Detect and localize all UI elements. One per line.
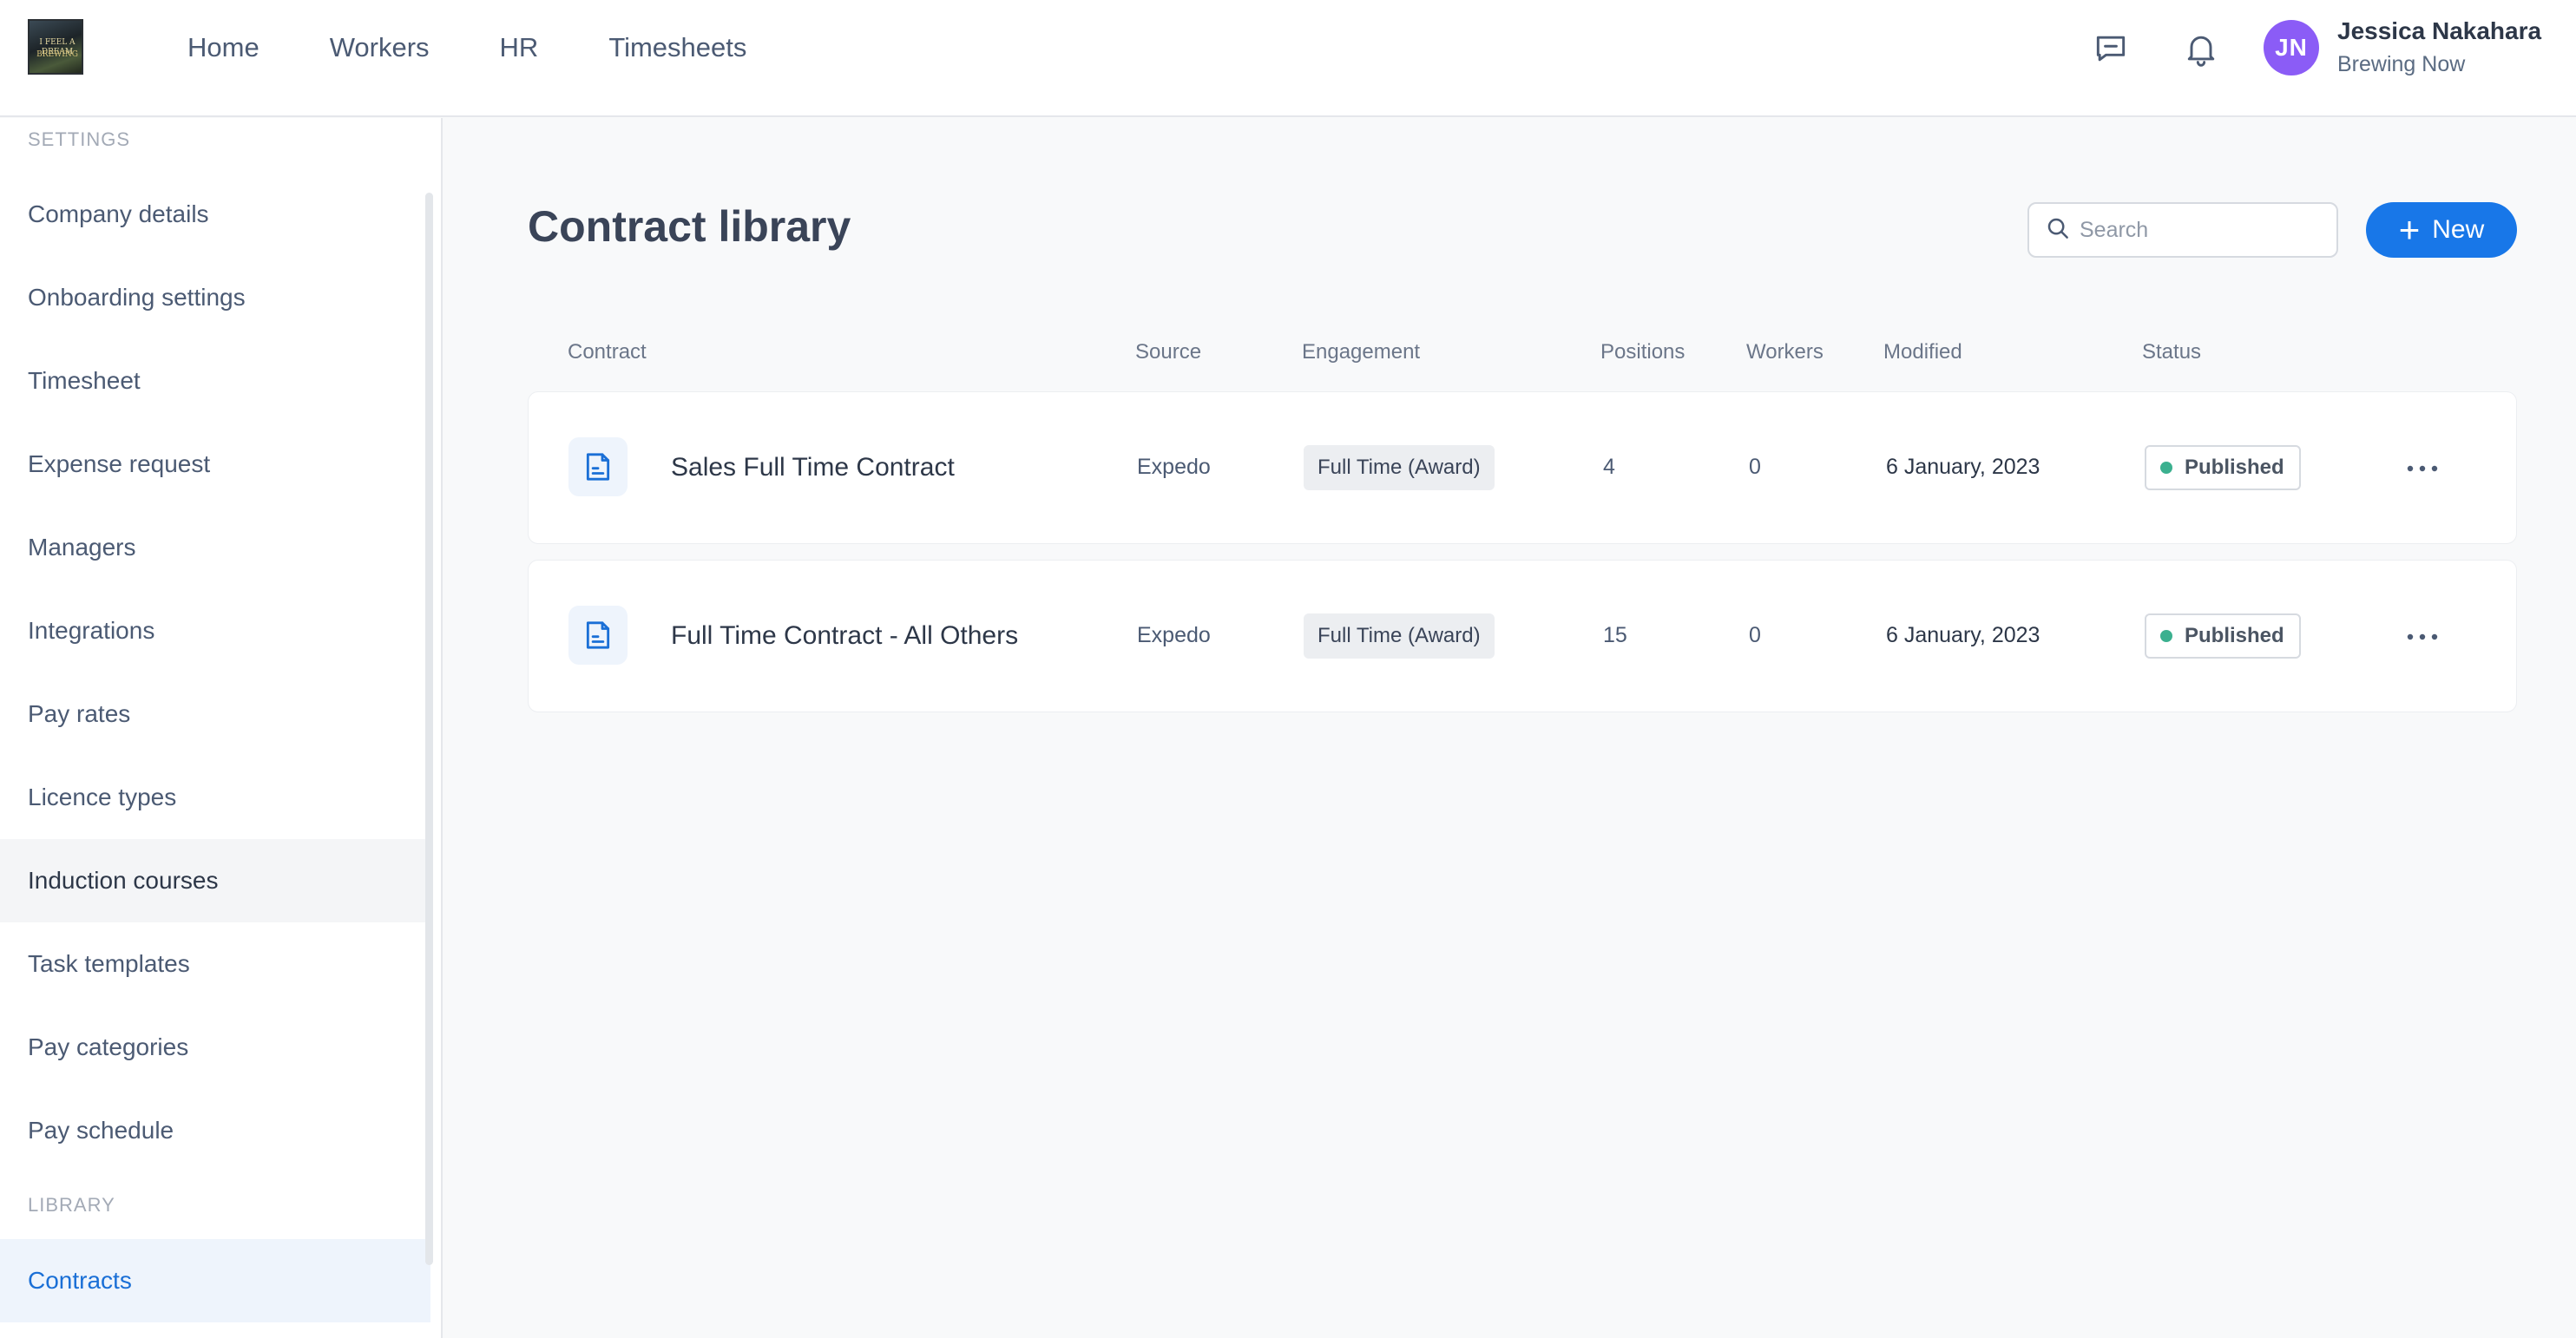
plus-icon: + bbox=[2398, 209, 2421, 250]
column-header-workers: Workers bbox=[1746, 340, 1824, 364]
sidebar-item-integrations[interactable]: Integrations bbox=[0, 589, 430, 672]
search-input[interactable] bbox=[2080, 217, 2323, 243]
sidebar-item-pay-schedule[interactable]: Pay schedule bbox=[0, 1089, 430, 1172]
nav-hr[interactable]: HR bbox=[500, 32, 539, 63]
sidebar-item-managers[interactable]: Managers bbox=[0, 506, 430, 589]
contract-source: Expedo bbox=[1137, 623, 1211, 647]
page-title: Contract library bbox=[528, 202, 851, 251]
engagement-badge: Full Time (Award) bbox=[1304, 613, 1495, 659]
status-badge: Published bbox=[2145, 613, 2301, 659]
sidebar-section-library: LIBRARY bbox=[28, 1194, 115, 1216]
nav-timesheets[interactable]: Timesheets bbox=[608, 32, 746, 63]
user-avatar[interactable]: JN bbox=[2264, 20, 2319, 75]
sidebar-scrollbar[interactable] bbox=[425, 193, 433, 1265]
search-box[interactable] bbox=[2027, 202, 2338, 258]
column-header-contract: Contract bbox=[568, 340, 647, 364]
sidebar-item-timesheet[interactable]: Timesheet bbox=[0, 339, 430, 423]
column-header-status: Status bbox=[2142, 340, 2202, 364]
sidebar-item-expense-request[interactable]: Expense request bbox=[0, 423, 430, 506]
status-dot-icon bbox=[2160, 462, 2172, 474]
logo-subtext: BREWING bbox=[36, 50, 78, 59]
search-icon bbox=[2045, 215, 2071, 246]
status-label: Published bbox=[2185, 456, 2284, 479]
contract-positions: 15 bbox=[1603, 623, 1627, 647]
user-company: Brewing Now bbox=[2337, 52, 2466, 76]
contract-modified: 6 January, 2023 bbox=[1886, 623, 2040, 647]
contract-positions: 4 bbox=[1603, 455, 1615, 479]
table-row[interactable]: Full Time Contract - All Others Expedo F… bbox=[528, 560, 2517, 712]
top-bar: I FEEL A DREAM BREWING Home Workers HR T… bbox=[0, 0, 2576, 117]
new-button-label: New bbox=[2432, 215, 2485, 244]
column-header-source: Source bbox=[1135, 340, 1202, 364]
sidebar-item-onboarding-settings[interactable]: Onboarding settings bbox=[0, 256, 430, 339]
contract-modified: 6 January, 2023 bbox=[1886, 455, 2040, 479]
bell-icon[interactable] bbox=[2178, 26, 2224, 71]
status-dot-icon bbox=[2160, 630, 2172, 642]
chat-icon[interactable] bbox=[2088, 26, 2133, 71]
sidebar-item-contracts[interactable]: Contracts bbox=[0, 1239, 430, 1322]
column-header-positions: Positions bbox=[1600, 340, 1686, 364]
contract-document-icon bbox=[568, 437, 628, 496]
sidebar-section-settings: SETTINGS bbox=[28, 128, 131, 150]
contract-name[interactable]: Sales Full Time Contract bbox=[671, 453, 955, 482]
nav-home[interactable]: Home bbox=[187, 32, 260, 63]
column-header-modified: Modified bbox=[1883, 340, 1962, 364]
sidebar-item-pay-categories[interactable]: Pay categories bbox=[0, 1006, 430, 1089]
nav-workers[interactable]: Workers bbox=[330, 32, 430, 63]
contract-workers: 0 bbox=[1749, 455, 1761, 479]
new-contract-button[interactable]: + New bbox=[2366, 202, 2517, 258]
sidebar-item-task-templates[interactable]: Task templates bbox=[0, 922, 430, 1006]
more-options-icon[interactable] bbox=[2400, 449, 2445, 488]
user-name[interactable]: Jessica Nakahara bbox=[2337, 17, 2541, 45]
status-label: Published bbox=[2185, 624, 2284, 647]
sidebar-item-licence-types[interactable]: Licence types bbox=[0, 756, 430, 839]
contract-workers: 0 bbox=[1749, 623, 1761, 647]
column-header-engagement: Engagement bbox=[1302, 340, 1421, 364]
sidebar-item-induction-courses[interactable]: Induction courses bbox=[0, 839, 430, 922]
contract-source: Expedo bbox=[1137, 455, 1211, 479]
main-nav: Home Workers HR Timesheets bbox=[187, 0, 817, 95]
more-options-icon[interactable] bbox=[2400, 618, 2445, 656]
sidebar-item-company-details[interactable]: Company details bbox=[0, 173, 430, 256]
status-badge: Published bbox=[2145, 445, 2301, 490]
sidebar-item-pay-rates[interactable]: Pay rates bbox=[0, 672, 430, 756]
contract-name[interactable]: Full Time Contract - All Others bbox=[671, 621, 1018, 651]
company-logo[interactable]: I FEEL A DREAM BREWING bbox=[28, 19, 83, 75]
table-row[interactable]: Sales Full Time Contract Expedo Full Tim… bbox=[528, 391, 2517, 544]
engagement-badge: Full Time (Award) bbox=[1304, 445, 1495, 490]
settings-sidebar: SETTINGS Company details Onboarding sett… bbox=[0, 118, 443, 1338]
contract-document-icon bbox=[568, 606, 628, 665]
